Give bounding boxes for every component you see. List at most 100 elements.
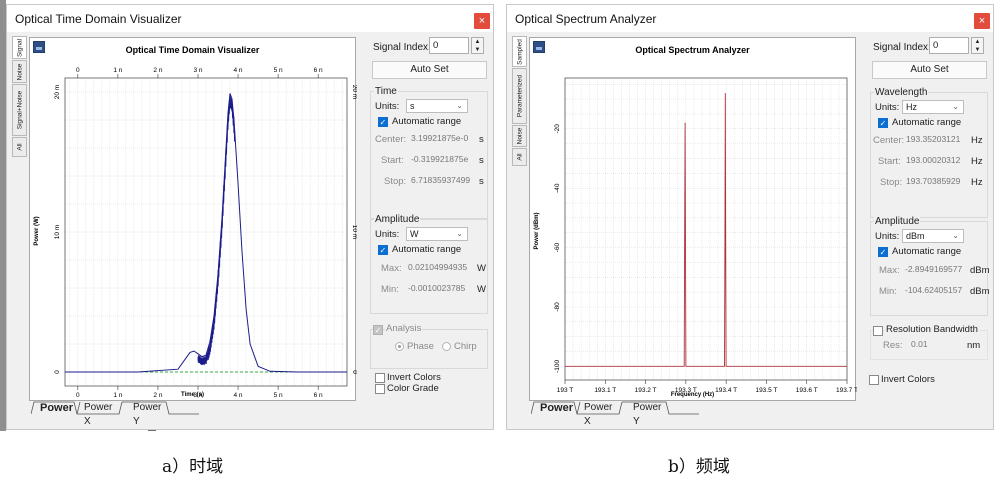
auto-set-button[interactable]: Auto Set <box>872 61 987 79</box>
titlebar: Optical Spectrum Analyzer × <box>507 5 993 32</box>
phase-radio[interactable] <box>395 342 404 351</box>
y-axis-label: Power (dBm) <box>534 212 540 250</box>
plot-area[interactable]: 001 n1 n2 n2 n3 n3 n4 n4 n5 n5 n6 n6 n00… <box>29 37 357 401</box>
start-value: -0.319921875e <box>411 154 469 164</box>
resolution-group: Resolution Bandwidth Res: 0.01 nm <box>870 324 988 360</box>
side-tabs: Signal Noise Signal+Noise All <box>12 36 27 161</box>
start-unit: s <box>479 155 484 166</box>
analysis-label: Analysis <box>385 323 423 334</box>
settings-panel: Signal Index: 0 ▲ ▼ Auto Set Wavelength U… <box>867 32 993 429</box>
plot-title: Optical Spectrum Analyzer <box>635 45 750 55</box>
x-axis-label: Time (s) <box>181 392 204 398</box>
min-label: Min: <box>879 286 897 297</box>
res-label: Res: <box>883 340 903 351</box>
tab-sampled[interactable]: Sampled <box>512 36 527 67</box>
start-label: Start: <box>381 155 404 166</box>
y-tick-label: -100 <box>554 359 561 372</box>
tab-all[interactable]: All <box>512 148 527 166</box>
y-tick-label-right: 0 <box>351 370 357 374</box>
auto-range-label: Automatic range <box>892 117 962 128</box>
spin-up-icon: ▲ <box>974 39 981 45</box>
signal-index-input[interactable]: 0 <box>429 37 469 54</box>
spectrum-analyzer-window: Optical Spectrum Analyzer × Sampled Para… <box>506 4 994 430</box>
invert-colors-checkbox[interactable] <box>375 373 385 383</box>
tab-signal[interactable]: Signal <box>12 36 27 59</box>
y-axis-label: Power (W) <box>34 216 40 246</box>
tab-noise[interactable]: Noise <box>512 125 527 147</box>
invert-colors-checkbox[interactable] <box>869 375 879 385</box>
time-visualizer-window: Optical Time Domain Visualizer × Signal … <box>6 4 494 430</box>
max-value: -2.8949169577 <box>905 264 963 274</box>
center-value: 3.19921875e-0 <box>411 133 469 143</box>
chirp-radio[interactable] <box>442 342 451 351</box>
titlebar: Optical Time Domain Visualizer × <box>7 5 493 32</box>
min-value: -104.62405157 <box>905 285 963 295</box>
window-title: Optical Spectrum Analyzer <box>515 12 657 26</box>
tab-all[interactable]: All <box>12 137 27 157</box>
chevron-down-icon: ⌄ <box>952 102 959 111</box>
start-unit: Hz <box>971 156 983 167</box>
signal-index-spinner[interactable]: ▲ ▼ <box>471 37 484 54</box>
close-button[interactable]: × <box>974 13 990 29</box>
x-tick-label-top: 1 n <box>113 67 122 74</box>
tab-outline <box>531 401 699 415</box>
x-tick-label-top: 6 n <box>314 67 323 74</box>
chevron-down-icon: ⌄ <box>456 101 463 110</box>
res-bandwidth-checkbox[interactable] <box>873 326 883 336</box>
tab-parameterized[interactable]: Parameterized <box>512 68 527 124</box>
analysis-group: ✓ Analysis Phase Chirp <box>370 323 488 369</box>
caption-b: b）频域 <box>668 457 730 477</box>
y-tick-label: -60 <box>554 242 561 252</box>
plot-area[interactable]: 193 T 193.1 T 193.2 T 193.3 T 193.4 T 193.5 T… <box>529 37 857 401</box>
center-value: 193.35203121 <box>906 134 961 144</box>
units-select[interactable]: s ⌄ <box>406 99 468 113</box>
y-tick-label: 10 m <box>54 225 61 239</box>
spin-down-icon: ▼ <box>474 47 481 53</box>
max-label: Max: <box>381 263 402 274</box>
units-label: Units: <box>375 101 400 112</box>
res-unit: nm <box>967 340 981 351</box>
stop-value: 193.70385929 <box>906 176 961 186</box>
center-label: Center: <box>375 134 407 145</box>
auto-range-checkbox[interactable]: ✓ <box>378 117 388 127</box>
x-tick-label-top: 5 n <box>274 67 283 74</box>
auto-range-checkbox[interactable]: ✓ <box>878 118 888 128</box>
max-label: Max: <box>879 265 900 276</box>
amp-units-select[interactable]: W ⌄ <box>406 227 468 241</box>
signal-index-input[interactable]: 0 <box>929 37 969 54</box>
stop-value: 6.71835937499 <box>411 175 471 185</box>
auto-range-label: Automatic range <box>392 116 462 127</box>
units-select[interactable]: Hz ⌄ <box>902 100 964 114</box>
group-label: Amplitude <box>874 216 921 227</box>
plot-frame-border <box>564 77 848 381</box>
group-label: Wavelength <box>874 87 929 98</box>
amp-auto-range-checkbox[interactable]: ✓ <box>878 247 888 257</box>
color-grade-label: Color Grade <box>387 383 439 394</box>
spin-down-icon: ▼ <box>974 47 981 53</box>
auto-set-button[interactable]: Auto Set <box>372 61 487 79</box>
close-button[interactable]: × <box>474 13 490 29</box>
tab-signal-noise[interactable]: Signal+Noise <box>12 84 27 136</box>
min-unit: dBm <box>970 286 990 297</box>
center-unit: s <box>479 134 484 145</box>
x-tick-label-top: 4 n <box>234 67 243 74</box>
stop-label: Stop: <box>880 177 903 188</box>
group-label: Time <box>374 86 398 97</box>
max-unit: W <box>477 263 486 274</box>
signal-index-spinner[interactable]: ▲ ▼ <box>971 37 984 54</box>
stop-unit: Hz <box>971 177 983 188</box>
stop-label: Stop: <box>384 176 407 187</box>
y-tick-label-right: 10 m <box>351 225 357 239</box>
spectrum-trace <box>565 93 847 367</box>
color-grade-checkbox[interactable] <box>375 384 385 394</box>
invert-colors-label: Invert Colors <box>881 374 935 385</box>
tab-noise[interactable]: Noise <box>12 60 27 83</box>
spectrum-chart: 193 T 193.1 T 193.2 T 193.3 T 193.4 T 193.5 T… <box>554 77 857 394</box>
x-tick-label-top: 0 <box>76 67 80 74</box>
chevron-down-icon: ⌄ <box>456 229 463 238</box>
amp-units-select[interactable]: dBm ⌄ <box>902 229 964 243</box>
time-chart: 001 n1 n2 n2 n3 n3 n4 n4 n5 n5 n6 n6 n00… <box>54 67 357 399</box>
analysis-checkbox[interactable]: ✓ <box>373 325 383 335</box>
amp-auto-range-checkbox[interactable]: ✓ <box>378 245 388 255</box>
min-value: -0.0010023785 <box>408 283 466 293</box>
